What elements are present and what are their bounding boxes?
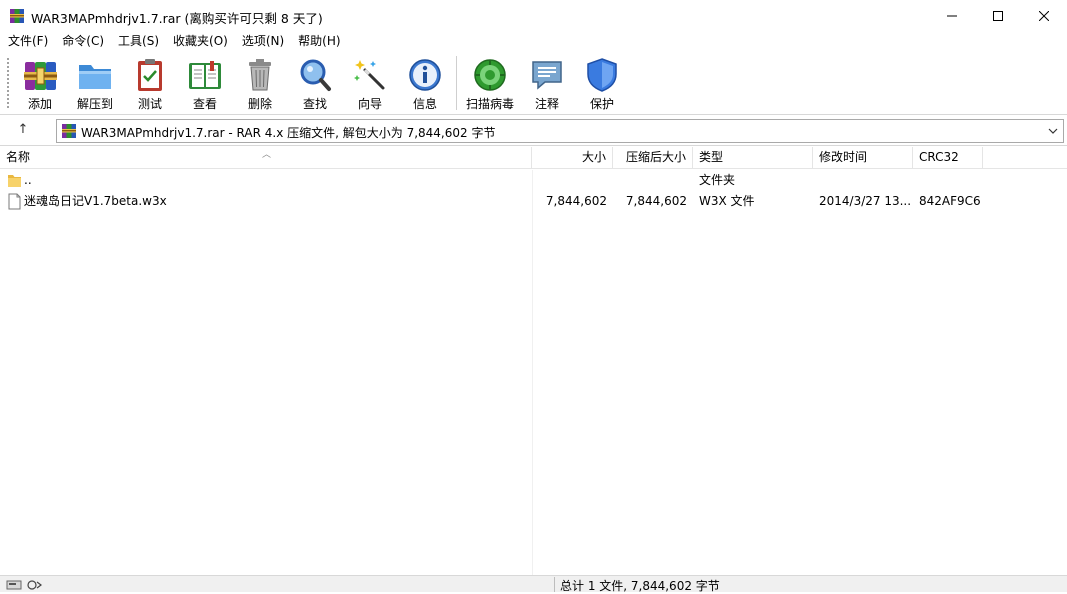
file-packed: 7,844,602	[625, 194, 687, 208]
sort-ascending-icon: ︿	[262, 150, 272, 160]
minimize-icon	[947, 15, 957, 16]
column-packed[interactable]: 压缩后大小	[613, 147, 693, 169]
virus-scan-label: 扫描病毒	[465, 97, 514, 111]
file-modified	[819, 170, 911, 191]
file-list-header: 名称 ︿ 大小 压缩后大小 类型 修改时间 CRC32	[0, 147, 1067, 169]
add-button[interactable]: 添加	[12, 53, 68, 113]
column-name[interactable]: 名称 ︿	[0, 147, 532, 169]
trash-icon	[249, 59, 271, 91]
folder-icon	[8, 175, 21, 187]
column-crc[interactable]: CRC32	[913, 147, 983, 169]
test-label: 测试	[137, 97, 162, 111]
virus-scan-icon	[474, 59, 506, 91]
maximize-icon	[993, 10, 1003, 21]
file-type: W3X 文件	[699, 194, 755, 208]
toolbar-grip[interactable]	[6, 57, 10, 109]
extract-folder-icon	[79, 65, 111, 89]
winrar-window: WAR3MAPmhdrjv1.7.rar (离购买许可只剩 8 天了) 文件(F…	[0, 0, 1067, 593]
address-row: ↑ WAR3MAPmhdrjv1.7.rar - RAR 4.x 压缩文件, 解…	[0, 116, 1067, 146]
file-name: ..	[24, 173, 32, 187]
info-icon	[409, 59, 441, 91]
column-modified[interactable]: 修改时间	[813, 147, 913, 169]
column-type[interactable]: 类型	[693, 147, 813, 169]
protect-label: 保护	[589, 97, 614, 111]
address-bar[interactable]: WAR3MAPmhdrjv1.7.rar - RAR 4.x 压缩文件, 解包大…	[56, 119, 1064, 143]
toolbar-separator	[456, 56, 457, 110]
close-icon	[1039, 10, 1049, 21]
test-clipboard-icon	[138, 59, 162, 91]
info-label: 信息	[412, 97, 437, 111]
add-archive-icon	[24, 62, 57, 90]
find-label: 查找	[302, 97, 327, 111]
menu-bar: 文件(F) 命令(C) 工具(S) 收藏夹(O) 选项(N) 帮助(H)	[0, 31, 1067, 51]
delete-label: 删除	[247, 97, 272, 111]
menu-commands[interactable]: 命令(C)	[54, 31, 110, 51]
wizard-wand-icon	[354, 60, 385, 90]
wizard-button[interactable]: 向导	[342, 53, 398, 113]
shield-icon	[587, 58, 617, 92]
protect-button[interactable]: 保护	[574, 53, 630, 113]
file-name: 迷魂岛日记V1.7beta.w3x	[24, 194, 167, 208]
comment-label: 注释	[534, 97, 559, 111]
view-button[interactable]: 查看	[177, 53, 233, 113]
title-bar: WAR3MAPmhdrjv1.7.rar (离购买许可只剩 8 天了)	[0, 0, 1067, 31]
comment-icon	[532, 61, 562, 90]
window-title: WAR3MAPmhdrjv1.7.rar (离购买许可只剩 8 天了)	[31, 11, 323, 26]
extract-to-button[interactable]: 解压到	[67, 53, 123, 113]
file-crc: 842AF9C6	[919, 194, 981, 208]
file-list: .. 文件夹 迷魂岛日记V1.7beta.w3x 7,844,602 7,844…	[0, 170, 1067, 212]
file-size: 7,844,602	[545, 194, 607, 208]
chevron-down-icon[interactable]	[1046, 124, 1060, 138]
file-row[interactable]: 迷魂岛日记V1.7beta.w3x 7,844,602 7,844,602 W3…	[0, 191, 1067, 212]
menu-favorites[interactable]: 收藏夹(O)	[165, 31, 234, 51]
comment-button[interactable]: 注释	[519, 53, 575, 113]
winrar-app-icon	[10, 9, 24, 23]
info-button[interactable]: 信息	[397, 53, 453, 113]
column-divider	[532, 170, 533, 575]
magnifier-icon	[300, 59, 331, 91]
virus-scan-button[interactable]: 扫描病毒	[462, 53, 518, 113]
menu-tools[interactable]: 工具(S)	[110, 31, 165, 51]
file-crc	[919, 170, 983, 191]
menu-options[interactable]: 选项(N)	[234, 31, 290, 51]
delete-button[interactable]: 删除	[232, 53, 288, 113]
toolbar: 添加 解压到 测试 查看 删除 查找 向导 信息 扫描病毒 注释 保护	[0, 51, 1067, 115]
name-column-area	[0, 170, 532, 575]
up-one-level-button[interactable]: ↑	[12, 122, 34, 140]
wizard-label: 向导	[357, 97, 382, 111]
minimize-button[interactable]	[929, 0, 975, 31]
status-bar: 总计 1 文件, 7,844,602 字节	[0, 575, 1067, 593]
column-name-label: 名称	[6, 150, 31, 164]
maximize-button[interactable]	[975, 0, 1021, 31]
view-book-icon	[189, 61, 221, 89]
close-button[interactable]	[1021, 0, 1067, 31]
file-type: 文件夹	[699, 173, 736, 187]
view-label: 查看	[192, 97, 217, 111]
file-modified: 2014/3/27 13...	[819, 194, 911, 208]
column-size[interactable]: 大小	[532, 147, 613, 169]
status-summary: 总计 1 文件, 7,844,602 字节	[560, 579, 720, 593]
arrow-up-icon: ↑	[17, 122, 29, 137]
menu-help[interactable]: 帮助(H)	[290, 31, 346, 51]
rar-archive-icon	[62, 124, 76, 138]
menu-file[interactable]: 文件(F)	[0, 31, 54, 51]
file-row-parent[interactable]: .. 文件夹	[0, 170, 1067, 191]
file-icon	[8, 193, 21, 210]
find-button[interactable]: 查找	[287, 53, 343, 113]
extract-to-label: 解压到	[76, 97, 113, 111]
add-label: 添加	[27, 97, 52, 111]
test-button[interactable]: 测试	[122, 53, 178, 113]
address-text: WAR3MAPmhdrjv1.7.rar - RAR 4.x 压缩文件, 解包大…	[81, 126, 496, 140]
status-divider	[554, 577, 555, 592]
file-packed	[613, 170, 687, 191]
file-size	[532, 170, 607, 191]
drive-status-icon[interactable]	[6, 578, 44, 591]
